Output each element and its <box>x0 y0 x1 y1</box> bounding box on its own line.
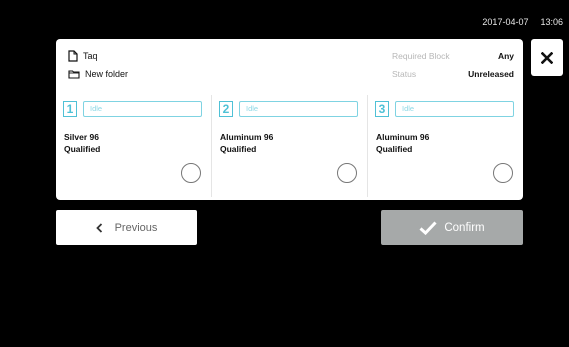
close-icon <box>541 51 553 64</box>
protocol-name: Taq <box>83 51 98 61</box>
protocol-folder-row: New folder <box>68 69 128 79</box>
status-time: 13:06 <box>540 17 563 27</box>
block-card-3[interactable]: 3 Idle Aluminum 96 Qualified <box>368 95 523 197</box>
protocol-folder: New folder <box>85 69 129 79</box>
file-icon <box>68 50 78 62</box>
status-row: Status Unreleased <box>392 69 514 79</box>
block-select-radio[interactable] <box>181 163 201 183</box>
status-label: Status <box>392 69 417 79</box>
block-state: Idle <box>239 101 358 117</box>
block-state: Idle <box>83 101 202 117</box>
required-block-value: Any <box>497 51 514 61</box>
protocol-header: Taq New folder Required Block Any Status… <box>56 39 523 89</box>
block-number: 1 <box>63 101 77 117</box>
confirm-button[interactable]: Confirm <box>381 210 523 245</box>
close-button[interactable] <box>531 39 563 76</box>
status-bar: 2017-04-07 13:06 <box>482 16 563 28</box>
folder-icon <box>68 70 80 79</box>
block-name: Aluminum 96 <box>376 132 430 142</box>
previous-button[interactable]: Previous <box>56 210 197 245</box>
block-select-radio[interactable] <box>493 163 513 183</box>
chevron-left-icon <box>95 222 102 233</box>
required-block-label: Required Block <box>392 51 450 61</box>
block-list: 1 Idle Silver 96 Qualified 2 Idle Alumin… <box>56 95 523 197</box>
block-number: 3 <box>375 101 389 117</box>
block-card-2[interactable]: 2 Idle Aluminum 96 Qualified <box>212 95 368 197</box>
block-selection-panel: Taq New folder Required Block Any Status… <box>56 39 523 200</box>
protocol-name-row: Taq <box>68 50 98 62</box>
block-qualification: Qualified <box>376 144 413 154</box>
confirm-button-label: Confirm <box>444 221 485 234</box>
status-value: Unreleased <box>468 69 514 79</box>
required-block-row: Required Block Any <box>392 51 514 61</box>
block-name: Aluminum 96 <box>220 132 274 142</box>
block-name: Silver 96 <box>64 132 99 142</box>
status-date: 2017-04-07 <box>482 17 529 27</box>
block-qualification: Qualified <box>220 144 257 154</box>
block-select-radio[interactable] <box>337 163 357 183</box>
block-state: Idle <box>395 101 514 117</box>
block-card-1[interactable]: 1 Idle Silver 96 Qualified <box>56 95 212 197</box>
block-qualification: Qualified <box>64 144 101 154</box>
checkmark-icon <box>419 220 437 235</box>
block-number: 2 <box>219 101 233 117</box>
previous-button-label: Previous <box>114 221 158 234</box>
